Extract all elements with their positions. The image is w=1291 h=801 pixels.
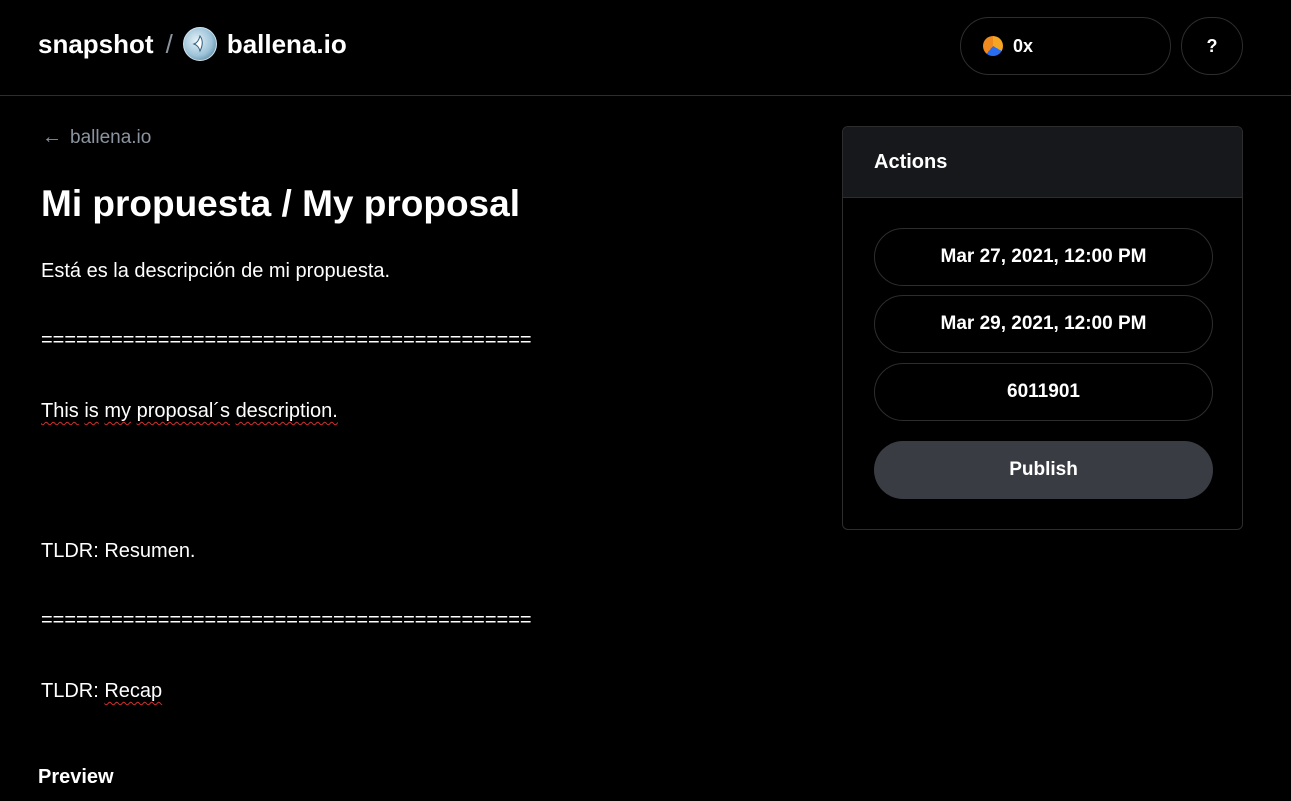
actions-title: Actions (843, 127, 1242, 198)
account-avatar-icon (983, 36, 1003, 56)
spellcheck-word: Recap (104, 680, 163, 702)
spellcheck-word: proposal´s (136, 400, 230, 422)
snapshot-logo-link[interactable]: snapshot (38, 29, 154, 60)
proposal-body-line: This is my proposal´s description. (41, 398, 338, 424)
breadcrumb: snapshot / ballena.io (38, 27, 347, 61)
publish-button[interactable]: Publish (874, 441, 1213, 499)
breadcrumb-separator: / (165, 28, 173, 59)
spellcheck-word: This (41, 400, 79, 422)
back-link[interactable]: ← ballena.io (42, 126, 151, 149)
proposal-body-line: TLDR: Resumen. (41, 540, 196, 562)
start-date-field[interactable]: Mar 27, 2021, 12:00 PM (874, 228, 1213, 286)
whale-icon[interactable] (182, 27, 217, 61)
proposal-body-line: Está es la descripción de mi propuesta. (41, 260, 391, 282)
preview-heading: Preview (38, 766, 114, 788)
proposal-body-line: TLDR: Recap (41, 678, 162, 704)
spellcheck-word: description. (235, 400, 338, 422)
proposal-title: Mi propuesta / My proposal (41, 183, 520, 224)
snapshot-block-field[interactable]: 6011901 (874, 363, 1213, 421)
spellcheck-word: my (104, 400, 132, 422)
account-button[interactable]: 0x (960, 17, 1171, 75)
account-address: 0x (1013, 35, 1034, 56)
actions-panel: Actions Mar 27, 2021, 12:00 PM Mar 29, 2… (842, 126, 1243, 530)
top-bar: snapshot / ballena.io 0x ? (0, 0, 1291, 96)
tldr-prefix: TLDR: (41, 680, 99, 702)
proposal-body-divider: ========================================… (41, 329, 532, 351)
space-name-link[interactable]: ballena.io (227, 29, 347, 60)
arrow-left-icon: ← (42, 126, 62, 148)
spellcheck-word: is (84, 400, 99, 422)
help-button[interactable]: ? (1181, 17, 1243, 75)
end-date-field[interactable]: Mar 29, 2021, 12:00 PM (874, 295, 1213, 353)
proposal-body-divider: ========================================… (41, 609, 532, 631)
back-link-label: ballena.io (70, 126, 152, 148)
